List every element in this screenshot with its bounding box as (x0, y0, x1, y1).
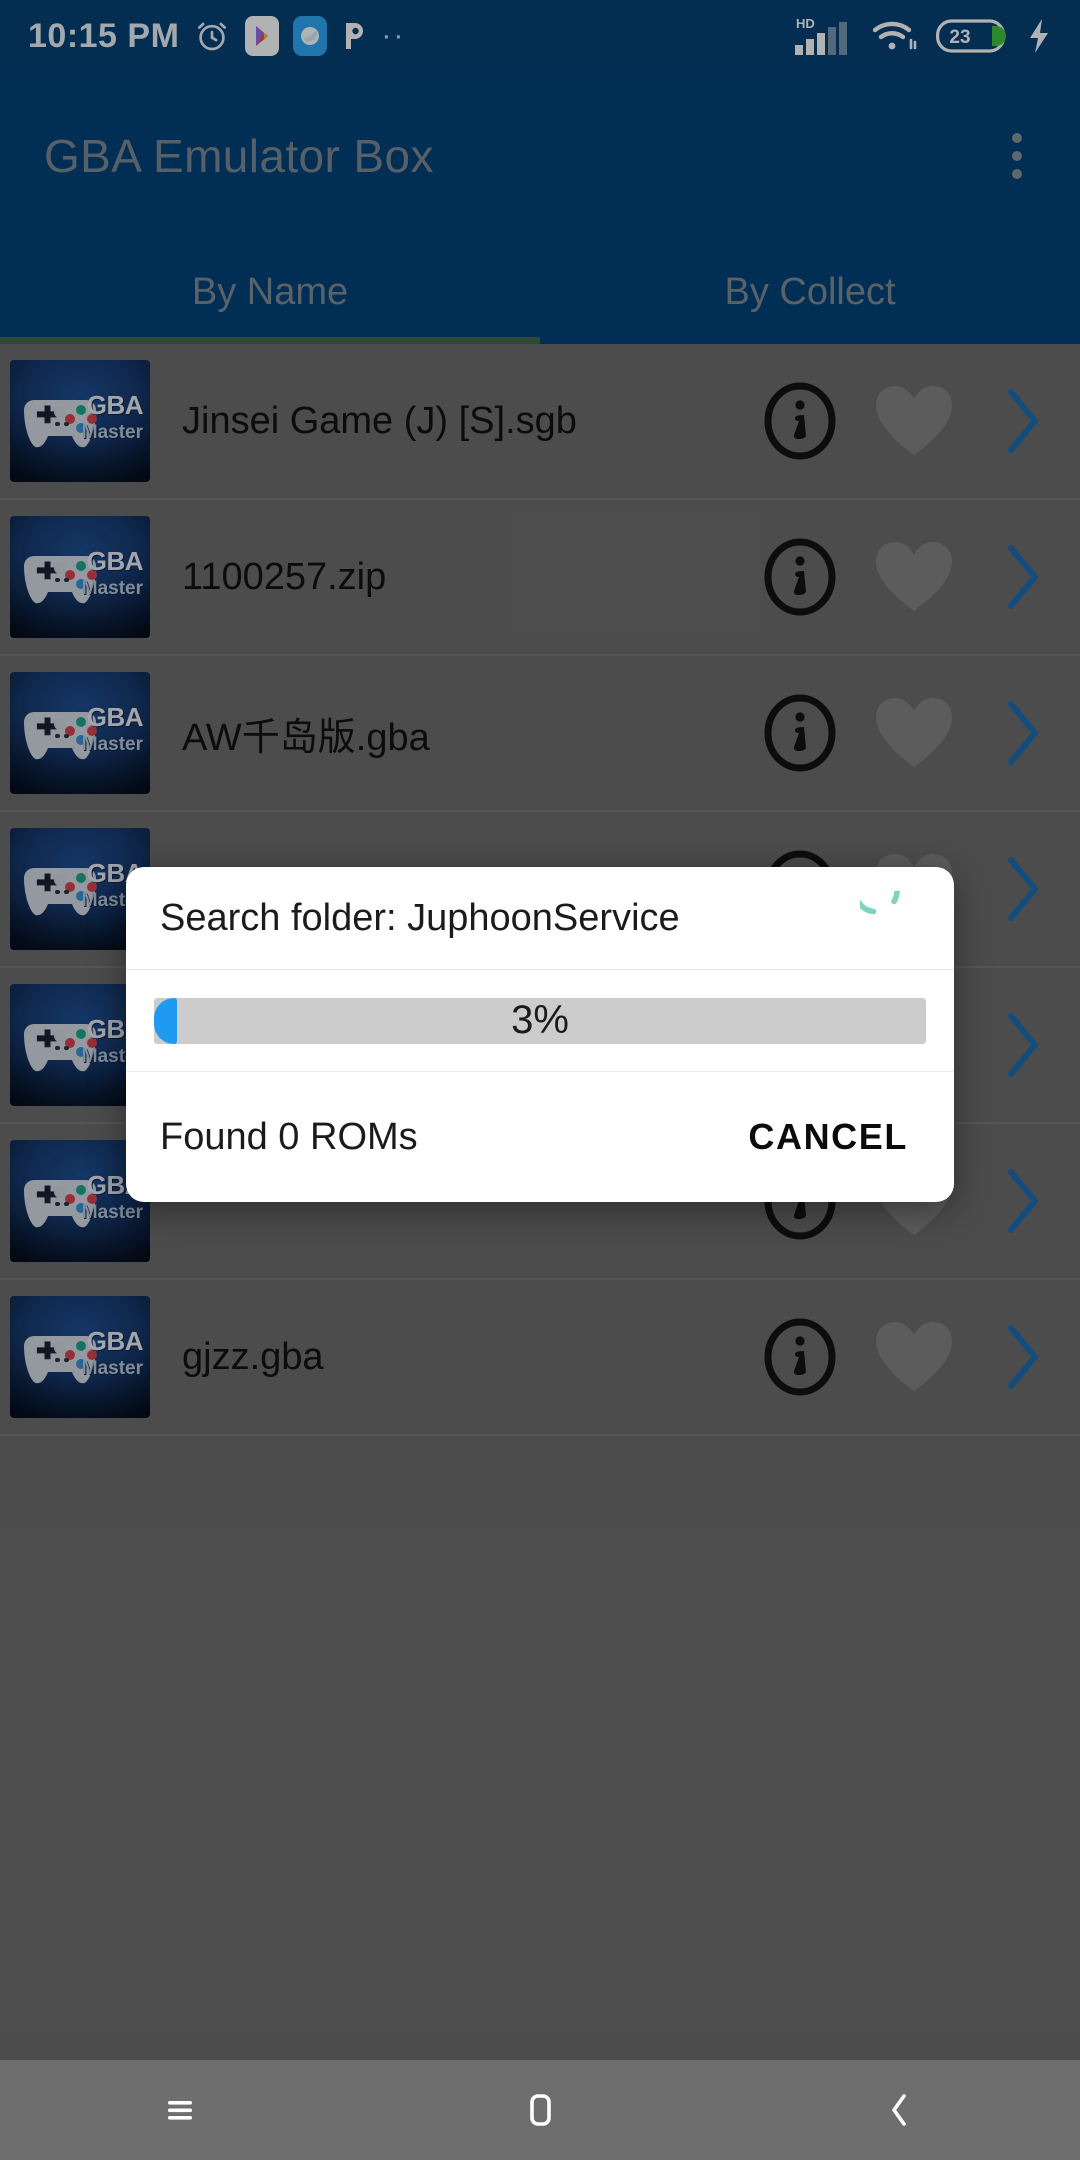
progress-percent-label: 3% (511, 998, 569, 1042)
loading-spinner-icon (860, 891, 914, 945)
search-progress-dialog: Search folder: JuphoonService 3% Found 0… (126, 867, 954, 1202)
home-button[interactable] (360, 2086, 720, 2134)
android-nav-bar (0, 2060, 1080, 2160)
dialog-footer: Found 0 ROMs CANCEL (126, 1072, 954, 1202)
back-icon (892, 2094, 906, 2126)
recents-button[interactable] (0, 2088, 360, 2132)
cancel-button[interactable]: CANCEL (742, 1104, 914, 1170)
found-roms-label: Found 0 ROMs (160, 1115, 418, 1158)
progress-bar-fill (154, 997, 178, 1044)
home-icon (530, 2094, 551, 2126)
dialog-title: Search folder: JuphoonService (160, 896, 680, 939)
dialog-progress-section: 3% (126, 970, 954, 1072)
back-button[interactable] (720, 2086, 1080, 2134)
phone-screen: 10:15 PM ·· HD 23 GBA Emulator Box By Na… (0, 0, 1080, 2160)
recents-icon (168, 2101, 192, 2120)
dialog-header: Search folder: JuphoonService (126, 867, 954, 970)
progress-bar-track: 3% (154, 997, 926, 1044)
